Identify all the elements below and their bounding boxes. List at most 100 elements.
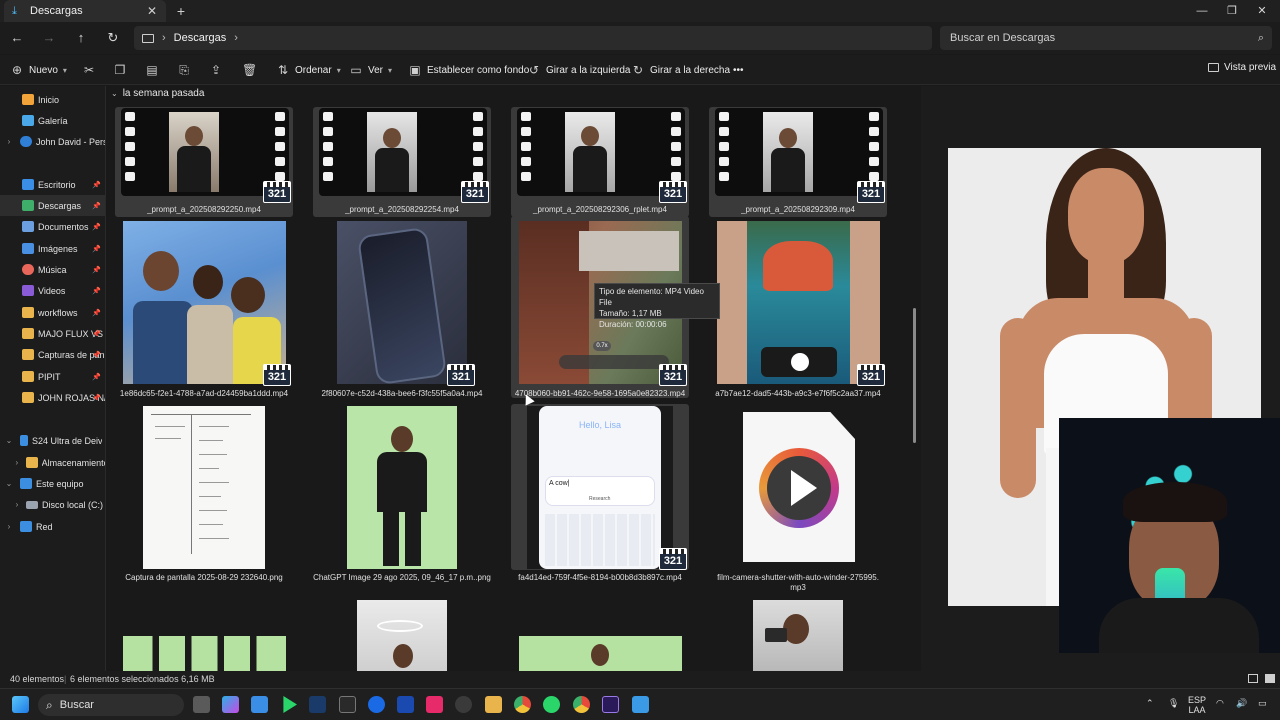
sidebar-item-galeria[interactable]: Galería	[0, 110, 105, 131]
details-view-button[interactable]	[1248, 674, 1258, 683]
pin-icon[interactable]: 📌	[92, 373, 101, 381]
breadcrumb[interactable]: › Descargas ›	[134, 26, 932, 50]
photos-icon[interactable]	[632, 696, 649, 713]
restore-button[interactable]: ❐	[1216, 0, 1248, 22]
sidebar-item-majo-flux[interactable]: MAJO FLUX VS I 📌	[0, 323, 105, 344]
view-button[interactable]: ▭ Ver ▾	[349, 61, 392, 79]
up-button[interactable]: ↑	[72, 29, 90, 47]
pin-icon[interactable]: 📌	[92, 245, 101, 253]
sidebar-item-workflows[interactable]: workflows 📌	[0, 302, 105, 323]
copilot-icon[interactable]	[222, 696, 239, 713]
group-header[interactable]: ⌄ la semana pasada	[111, 88, 204, 99]
videos-icon	[22, 285, 34, 296]
chevron-up-icon[interactable]: ⌃	[1146, 698, 1154, 709]
epic-games-icon[interactable]	[339, 696, 356, 713]
github-icon[interactable]	[455, 696, 472, 713]
forward-button[interactable]: →	[40, 29, 58, 47]
pin-icon[interactable]: 📌	[92, 223, 101, 231]
wifi-icon[interactable]: ◠	[1216, 698, 1224, 709]
search-input[interactable]: Buscar en Descargas ⌕	[940, 26, 1272, 50]
pin-icon[interactable]: 📌	[92, 394, 101, 402]
rename-button[interactable]: ⎘	[177, 61, 191, 79]
steam-icon[interactable]	[309, 696, 326, 713]
share-button[interactable]: ⇪	[209, 61, 223, 79]
chevron-right-icon[interactable]: ›	[4, 137, 14, 146]
chevron-right-icon[interactable]: ›	[4, 522, 14, 531]
rotate-right-button[interactable]: ↻ Girar a la derecha	[631, 61, 730, 79]
battery-icon[interactable]: ▭	[1258, 698, 1267, 709]
pin-icon[interactable]: 📌	[92, 351, 101, 359]
back-button[interactable]: ←	[8, 29, 26, 47]
sidebar-item-este-equipo[interactable]: ⌄ Este equipo	[0, 473, 105, 494]
chevron-right-icon[interactable]: ›	[12, 458, 22, 467]
sidebar-item-onedrive[interactable]: › John David - Perso	[0, 131, 105, 152]
film-holes	[521, 112, 531, 181]
sidebar-item-imagenes[interactable]: Imágenes 📌	[0, 238, 105, 259]
tab-close-button[interactable]: ✕	[144, 4, 160, 18]
premiere-icon[interactable]	[602, 696, 619, 713]
play-app-icon[interactable]	[283, 696, 297, 713]
wallpaper-icon: ▣	[409, 63, 421, 77]
language-indicator[interactable]: ESP LAA	[1188, 695, 1206, 715]
sidebar-item-documentos[interactable]: Documentos 📌	[0, 216, 105, 237]
tab-descargas[interactable]: ⤓ Descargas ✕	[4, 0, 166, 22]
breadcrumb-descargas[interactable]: Descargas	[174, 32, 227, 44]
sidebar-item-john-rojas[interactable]: JOHN ROJAS N/ 📌	[0, 387, 105, 408]
pin-icon[interactable]: 📌	[92, 309, 101, 317]
copy-button[interactable]: ❐	[113, 61, 127, 79]
pin-icon[interactable]: 📌	[92, 202, 101, 210]
microphone-icon[interactable]: 🎙	[1168, 698, 1179, 709]
chevron-right-icon[interactable]: ›	[234, 32, 238, 44]
more-options-button[interactable]: •••	[733, 61, 744, 79]
sidebar-item-videos[interactable]: Videos 📌	[0, 280, 105, 301]
sidebar-item-escritorio[interactable]: Escritorio 📌	[0, 174, 105, 195]
sidebar-item-inicio[interactable]: Inicio	[0, 89, 105, 110]
rotate-left-button[interactable]: ↺ Girar a la izquierda	[527, 61, 631, 79]
pin-icon[interactable]: 📌	[92, 181, 101, 189]
tiles-view-button[interactable]	[1265, 674, 1275, 683]
paste-button[interactable]: ▤	[145, 61, 159, 79]
pin-icon[interactable]: 📌	[92, 287, 101, 295]
set-background-label: Establecer como fondo	[427, 64, 530, 76]
pin-icon[interactable]: 📌	[92, 266, 101, 274]
sidebar-item-red[interactable]: › Red	[0, 516, 105, 537]
minimize-button[interactable]: —	[1186, 0, 1218, 22]
tiktok-icon[interactable]	[426, 696, 443, 713]
new-button[interactable]: ⊕ Nuevo ▾	[10, 61, 67, 79]
cut-button[interactable]: ✂	[82, 61, 96, 79]
chevron-right-icon[interactable]: ›	[12, 500, 22, 509]
app-icon[interactable]	[368, 696, 385, 713]
windows-start-icon[interactable]	[12, 696, 29, 713]
sidebar-item-pipit[interactable]: PIPIT 📌	[0, 366, 105, 387]
new-tab-button[interactable]: +	[172, 2, 190, 20]
gallery-icon	[22, 115, 34, 126]
vertical-scrollbar[interactable]	[913, 308, 916, 443]
close-button[interactable]: ✕	[1246, 0, 1278, 22]
pin-icon[interactable]: 📌	[92, 330, 101, 338]
file-explorer-icon[interactable]	[485, 696, 502, 713]
task-view-icon[interactable]	[193, 696, 210, 713]
store-icon[interactable]	[251, 696, 268, 713]
chevron-down-icon[interactable]: ⌄	[4, 479, 14, 488]
file-name: Captura de pantalla 2025-08-29 232640.pn…	[125, 573, 283, 582]
chevron-down-icon[interactable]: ⌄	[4, 436, 14, 445]
sidebar-item-capturas[interactable]: Capturas de pan 📌	[0, 344, 105, 365]
chrome-icon[interactable]	[514, 696, 531, 713]
sidebar-item-descargas[interactable]: Descargas 📌	[0, 195, 105, 216]
file-tooltip: Tipo de elemento: MP4 Video File Tamaño:…	[594, 283, 720, 329]
sort-button[interactable]: ⇅ Ordenar ▾	[276, 61, 341, 79]
volume-icon[interactable]: 🔊	[1236, 698, 1247, 709]
whatsapp-icon[interactable]	[543, 696, 560, 713]
sidebar-item-disco-local[interactable]: › Disco local (C:)	[0, 494, 105, 515]
chrome-icon[interactable]	[573, 696, 590, 713]
playstation-icon[interactable]	[397, 696, 414, 713]
delete-button[interactable]: 🗑	[242, 61, 257, 79]
sidebar-item-s24-ultra[interactable]: ⌄ S24 Ultra de Deivjh	[0, 430, 105, 451]
refresh-button[interactable]: ↻	[104, 29, 122, 47]
taskbar-search[interactable]: ⌕ Buscar	[38, 694, 184, 716]
preview-pane-toggle[interactable]: Vista previa	[1208, 62, 1276, 73]
set-background-button[interactable]: ▣ Establecer como fondo	[408, 61, 529, 79]
folder-icon	[22, 307, 34, 318]
sidebar-item-musica[interactable]: Música 📌	[0, 259, 105, 280]
sidebar-item-almacenamiento[interactable]: › Almacenamiento	[0, 452, 105, 473]
